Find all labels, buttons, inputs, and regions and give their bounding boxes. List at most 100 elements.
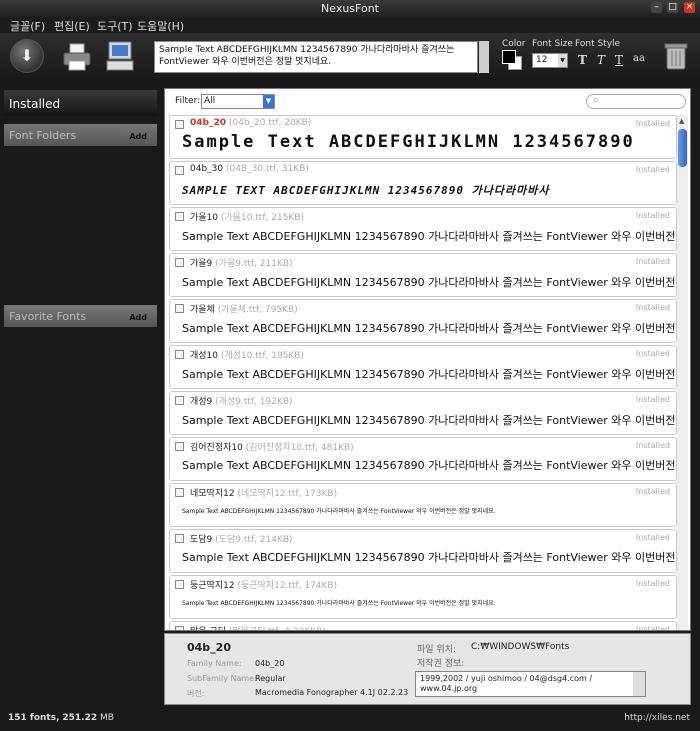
sidebar-item-installed[interactable]: Installed <box>4 90 157 116</box>
font-row-checkbox[interactable] <box>175 580 184 589</box>
subfamily-name-value: Regular <box>255 674 286 683</box>
font-row-checkbox[interactable] <box>175 304 184 313</box>
sample-text-scrollbar[interactable] <box>479 41 489 73</box>
font-row[interactable]: 네모딱지12 (네모딱지12.ttf, 173KB) Installed Sampl… <box>169 483 677 527</box>
font-row-checkbox[interactable] <box>175 212 184 221</box>
filter-select[interactable]: All ▼ <box>201 94 275 109</box>
font-file-meta: (가을10.ttf, 215KB) <box>220 213 304 223</box>
download-icon[interactable]: ⬇ <box>10 39 44 73</box>
underline-button[interactable]: T <box>615 53 623 67</box>
copyright-scrollbar[interactable] <box>633 672 645 696</box>
file-path-value: C:₩WINDOWS₩Fonts <box>471 642 570 652</box>
font-file-meta: (네모딱지12.ttf, 173KB) <box>237 489 338 499</box>
font-file-meta: (가을9.ttf, 211KB) <box>215 259 293 269</box>
close-button[interactable]: × <box>684 2 695 13</box>
copyright-textarea[interactable]: 1999,2002 / yuji oshimoo / 04@dsg4.com /… <box>415 671 646 697</box>
font-preview: Sample Text ABCDEFGHIJKLMN 1234567890 가나… <box>182 230 676 243</box>
search-input[interactable]: ⌕ <box>586 94 686 109</box>
menu-edit[interactable]: 편집(E) <box>54 18 90 34</box>
font-row[interactable]: 04b_30 (04B_30.ttf, 31KB) Installed SAMPLE… <box>169 161 677 205</box>
font-row-checkbox[interactable] <box>175 166 184 175</box>
font-preview: SAMPLE TEXT ABCDEFGHIJKLMN 1234567890 가나… <box>182 184 550 197</box>
status-bar: 151 fonts, 251.22 MB http://xiles.net <box>0 708 700 731</box>
font-preview: Sample Text ABCDEFGHIJKLMN 1234567890 가나… <box>182 414 676 427</box>
font-row[interactable]: 둥근딱지12 (둥근딱지12.ttf, 174KB) Installed Sampl… <box>169 575 677 619</box>
menu-help[interactable]: 도움말(H) <box>137 18 184 34</box>
font-name: 맑은 고딕 <box>190 627 226 630</box>
add-favorite-button[interactable]: Add <box>129 313 147 322</box>
font-name: 네모딱지12 <box>190 489 235 499</box>
website-link[interactable]: http://xiles.net <box>624 713 690 723</box>
font-row-checkbox[interactable] <box>175 120 184 129</box>
family-name-label: Family Name: <box>187 659 242 668</box>
file-path-label: 파일 위치: <box>417 645 457 655</box>
font-row-checkbox[interactable] <box>175 350 184 359</box>
font-row[interactable]: 가을10 (가을10.ttf, 215KB) Installed Sample Te… <box>169 207 677 251</box>
font-total-size: 251.22 <box>62 713 98 723</box>
font-size-select[interactable]: 12 ▼ <box>532 53 568 68</box>
size-unit: MB <box>100 713 114 723</box>
font-row[interactable]: 04b_20 (04b_20.ttf, 20KB) Installed Sample… <box>169 115 677 159</box>
chevron-down-icon[interactable]: ▼ <box>263 95 274 108</box>
minimize-button[interactable]: – <box>651 2 662 13</box>
font-name: 김어진정자10 <box>190 443 243 453</box>
font-file-meta: (가을체.ttf, 795KB) <box>217 305 298 315</box>
app-window: NexusFont – □ × 글꼴(F) 편집(E) 도구(T) 도움말(H)… <box>0 0 700 731</box>
add-folder-button[interactable]: Add <box>129 132 147 141</box>
menu-font[interactable]: 글꼴(F) <box>10 18 45 34</box>
font-row[interactable]: 개성9 (개성9.ttf, 192KB) Installed Sample Text… <box>169 391 677 435</box>
font-row-checkbox[interactable] <box>175 442 184 451</box>
font-name: 가을9 <box>190 259 213 269</box>
version-value: Macromedia Fonographer 4.1J 02.2.23 <box>255 688 409 697</box>
font-row[interactable]: 김어진정자10 (김어진정자10.ttf, 481KB) Installed Sam… <box>169 437 677 481</box>
font-name: 04b_30 <box>190 164 224 174</box>
font-preview: Sample Text ABCDEFGHIJKLMN 1234567890 가나… <box>182 508 496 515</box>
sample-text-input[interactable]: Sample Text ABCDEFGHIJKLMN 1234567890 가나… <box>154 41 478 73</box>
computer-icon[interactable] <box>106 40 134 72</box>
font-row-checkbox[interactable] <box>175 258 184 267</box>
copyright-label: 저작권 정보: <box>417 659 465 669</box>
font-preview: Sample Text ABCDEFGHIJKLMN 1234567890 가나… <box>182 322 676 335</box>
bold-button[interactable]: T <box>578 53 587 67</box>
favorite-fonts-label: Favorite Fonts <box>9 310 87 323</box>
font-list-panel: Filter: All ▼ ⌕ 04b_20 (04b_20.ttf, 20KB… <box>164 88 691 631</box>
font-preview: Sample Text ABCDEFGHIJKLMN 1234567890 가나… <box>182 368 676 381</box>
font-preview: Sample Text ABCDEFGHIJKLMN 1234567890 가나… <box>182 551 676 564</box>
color-picker[interactable] <box>502 50 524 70</box>
font-file-meta: (김어진정자10.ttf, 481KB) <box>245 443 354 453</box>
font-row-title: 04b_20 (04b_20.ttf, 20KB) <box>190 118 311 128</box>
font-row-title: 네모딱지12 (네모딱지12.ttf, 173KB) <box>190 486 337 499</box>
font-row[interactable]: 맑은 고딕 (맑은고딕.ttf, 4,236KB) Installed <box>169 621 677 630</box>
font-row[interactable]: 가을체 (가을체.ttf, 795KB) Installed Sample Text… <box>169 299 677 343</box>
font-file-meta: (맑은고딕.ttf, 4,236KB) <box>229 627 326 630</box>
printer-icon[interactable] <box>62 42 92 72</box>
font-row-checkbox[interactable] <box>175 396 184 405</box>
font-row-checkbox[interactable] <box>175 488 184 497</box>
trash-icon[interactable] <box>664 41 688 71</box>
italic-button[interactable]: T <box>597 53 605 67</box>
favorite-fonts-header: Favorite Fonts Add <box>4 305 157 327</box>
font-list[interactable]: 04b_20 (04b_20.ttf, 20KB) Installed Sample… <box>169 115 677 630</box>
font-row-title: 도담9 (도담9.ttf, 214KB) <box>190 532 293 545</box>
font-file-meta: (개성9.ttf, 192KB) <box>215 397 293 407</box>
font-row-checkbox[interactable] <box>175 534 184 543</box>
chevron-down-icon[interactable]: ▼ <box>558 54 567 67</box>
maximize-button[interactable]: □ <box>667 2 678 13</box>
scroll-up-icon[interactable]: ▲ <box>679 117 684 125</box>
menu-tools[interactable]: 도구(T) <box>97 18 133 34</box>
scrollbar-thumb[interactable] <box>678 129 687 167</box>
font-row-title: 가을체 (가을체.ttf, 795KB) <box>190 302 298 315</box>
antialias-button[interactable]: aa <box>633 53 645 64</box>
foreground-color-swatch[interactable] <box>502 50 516 64</box>
font-file-meta: (둥근딱지12.ttf, 174KB) <box>237 581 338 591</box>
font-row-title: 김어진정자10 (김어진정자10.ttf, 481KB) <box>190 440 354 453</box>
color-label: Color <box>502 39 526 49</box>
font-list-scrollbar[interactable]: ▲ <box>677 115 688 630</box>
font-row[interactable]: 가을9 (가을9.ttf, 211KB) Installed Sample Text… <box>169 253 677 297</box>
font-row-checkbox[interactable] <box>175 626 184 630</box>
font-row[interactable]: 도담9 (도담9.ttf, 214KB) Installed Sample Text… <box>169 529 677 573</box>
font-row[interactable]: 개성10 (개성10.ttf, 195KB) Installed Sample Te… <box>169 345 677 389</box>
installed-badge: Installed <box>635 579 670 588</box>
installed-badge: Installed <box>635 395 670 404</box>
font-name: 04b_20 <box>190 118 226 128</box>
